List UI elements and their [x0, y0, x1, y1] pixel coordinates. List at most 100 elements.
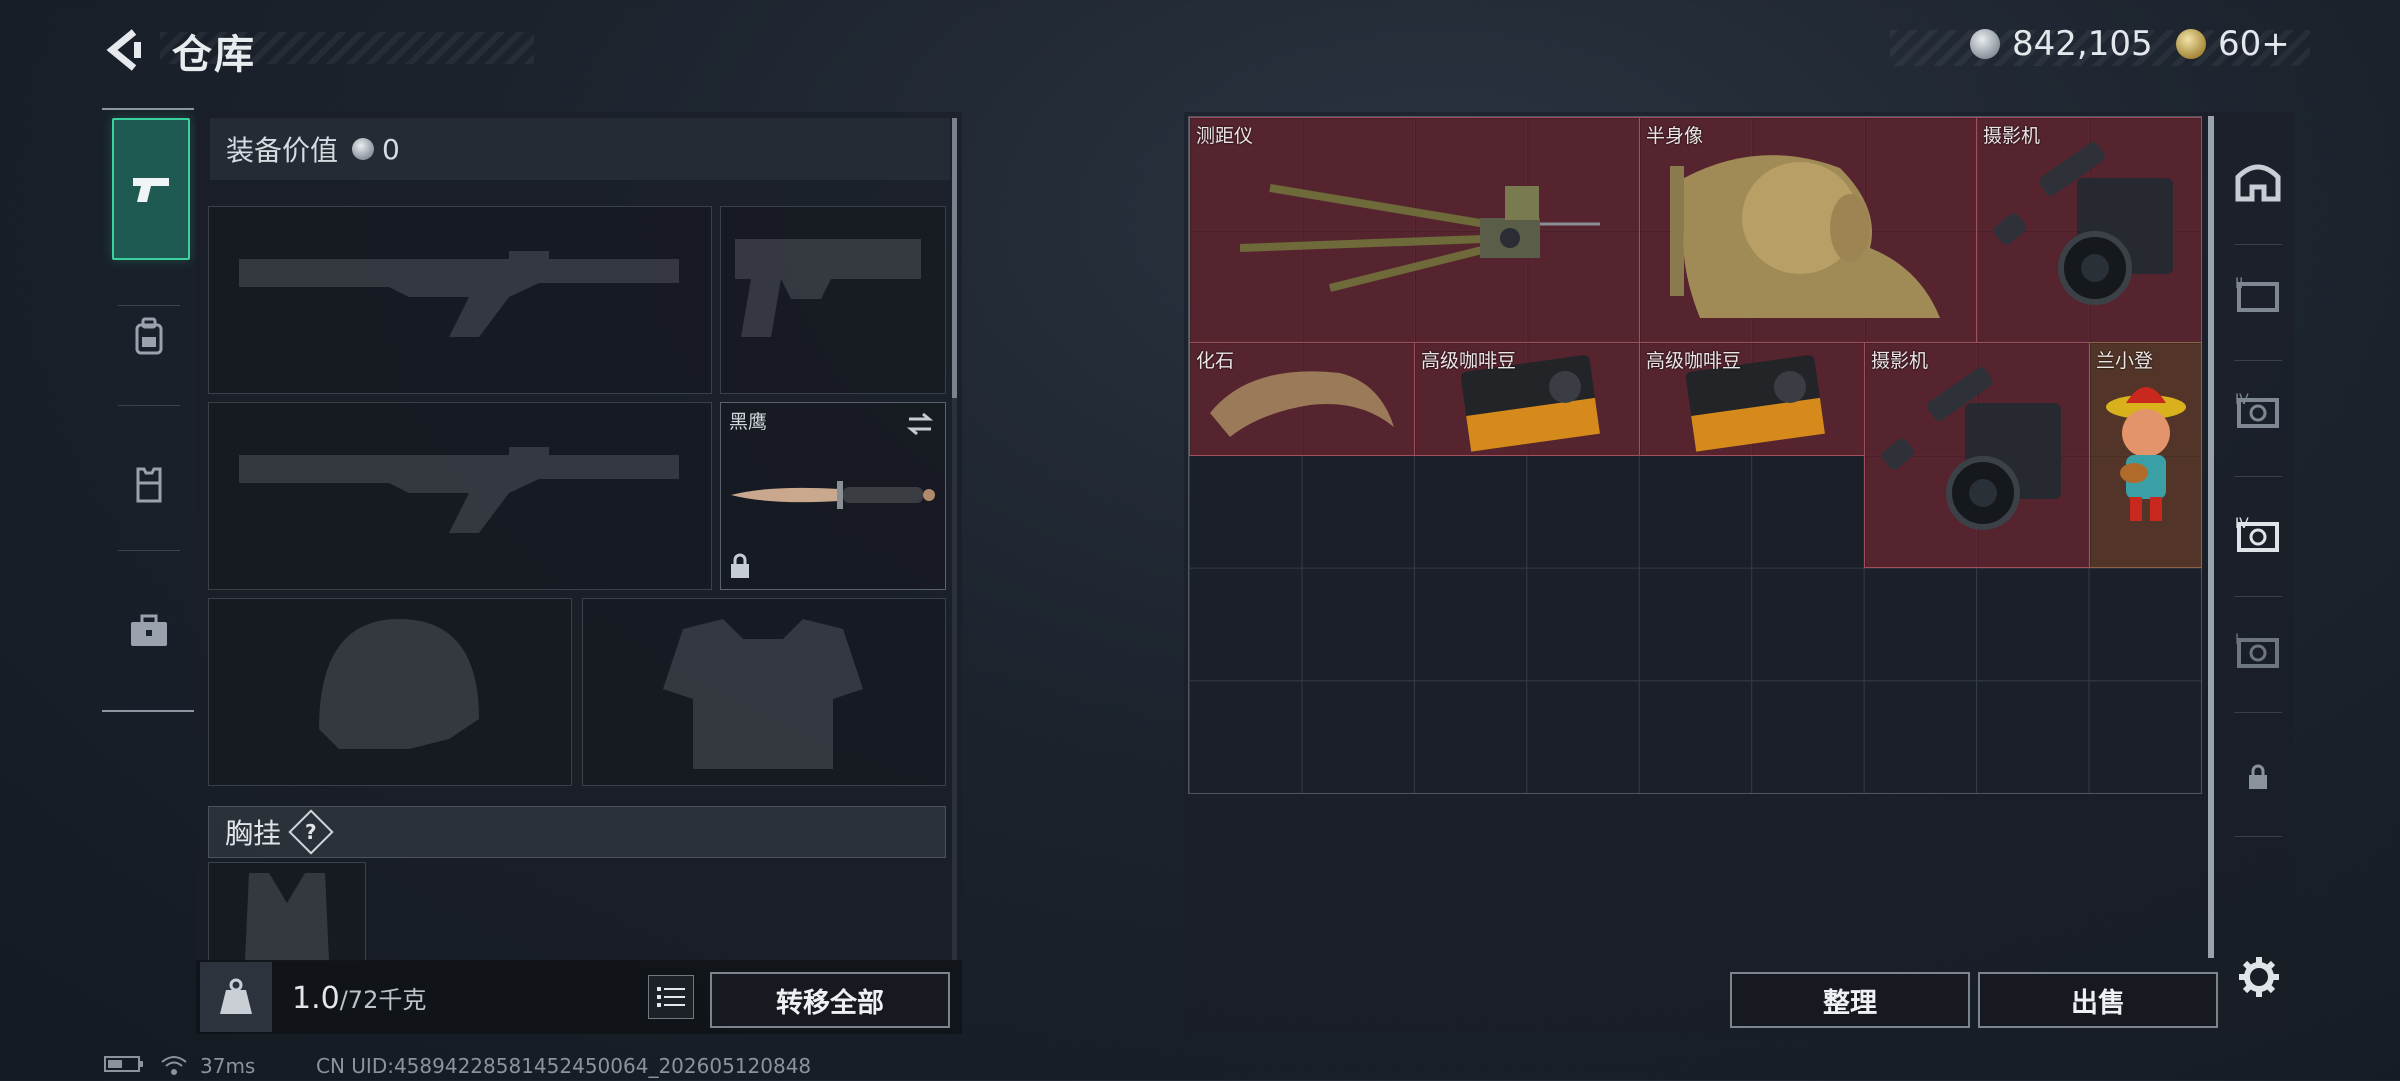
- item-label: 摄影机: [1983, 125, 2041, 147]
- chest-rig-slot[interactable]: [208, 862, 366, 962]
- item-label: 高级咖啡豆: [1646, 350, 1742, 372]
- weight-readout: 1.0/72千克: [292, 980, 426, 1016]
- stash-page-3-icon: IV: [2235, 392, 2279, 428]
- rangefinder-tripod-icon: [1239, 184, 1600, 292]
- lock-icon: [731, 553, 749, 578]
- silver-coin-icon: [352, 138, 375, 160]
- weight-icon: [200, 962, 272, 1032]
- stash-item[interactable]: 测距仪: [1189, 117, 1640, 343]
- svg-text:I: I: [2235, 632, 2239, 648]
- equipment-value-label: 装备价值: [226, 134, 339, 167]
- svg-text:IV: IV: [2235, 516, 2249, 532]
- gold-currency-value: 60+: [2218, 24, 2290, 64]
- list-icon: [657, 987, 685, 1007]
- pistol-slot[interactable]: [720, 206, 946, 394]
- rail-divider: [2234, 836, 2282, 837]
- stash-item[interactable]: 高级咖啡豆: [1414, 342, 1640, 456]
- pistol-icon: [133, 178, 169, 202]
- item-label: 测距仪: [1196, 125, 1254, 147]
- chevron-left-icon: [106, 29, 141, 71]
- pistol-silhouette-icon: [735, 239, 921, 337]
- vest-icon: [136, 467, 162, 503]
- stash-scrollbar[interactable]: [2208, 116, 2214, 958]
- stash-item[interactable]: 摄影机: [1864, 342, 2090, 568]
- rail-bottom-line: [102, 710, 194, 712]
- swap-icon[interactable]: [905, 411, 935, 437]
- rail-divider: [2234, 476, 2282, 477]
- rail-divider: [118, 405, 180, 406]
- stash-page-4-icon: IV: [2235, 516, 2279, 552]
- armor-slot[interactable]: [582, 598, 946, 786]
- stash-item[interactable]: 半身像: [1639, 117, 1978, 343]
- weight-current: 1.0: [292, 981, 340, 1016]
- melee-slot[interactable]: 黑鹰: [720, 402, 946, 590]
- scrollbar-thumb[interactable]: [952, 118, 957, 398]
- silver-currency-value: 842,105: [2012, 24, 2153, 64]
- wifi-icon: [160, 1054, 188, 1081]
- back-button[interactable]: [100, 24, 152, 76]
- chest-rig-header: 胸挂 ?: [208, 806, 946, 858]
- stash-item[interactable]: 摄影机: [1976, 117, 2202, 343]
- help-icon[interactable]: ?: [288, 809, 334, 855]
- primary-weapon-slot[interactable]: [208, 206, 712, 394]
- stash-page-5-icon: I: [2235, 632, 2279, 668]
- weight-capacity: /72千克: [339, 986, 427, 1014]
- briefcase-icon: [131, 614, 167, 646]
- equipment-value: 0: [382, 132, 400, 166]
- silver-coin-icon: [1970, 29, 2000, 59]
- stash-grid[interactable]: 测距仪 半身像 摄影机 化石 高级咖啡豆 高级咖啡豆 摄影机 兰小登: [1188, 116, 2202, 794]
- stash-item[interactable]: 化石: [1189, 342, 1415, 456]
- video-camera-icon: [1881, 367, 2061, 530]
- helmet-slot[interactable]: [208, 598, 572, 786]
- tab-stash-locked[interactable]: [2224, 732, 2292, 822]
- svg-text:IV: IV: [2235, 392, 2249, 408]
- figurine-icon: [2106, 387, 2186, 521]
- tab-stash-page-5[interactable]: I: [2224, 606, 2292, 696]
- knife-icon: [731, 481, 935, 509]
- tab-supplies[interactable]: [112, 562, 186, 700]
- rail-divider: [2234, 360, 2282, 361]
- transfer-all-button[interactable]: 转移全部: [710, 972, 950, 1028]
- gold-currency[interactable]: 60+: [2176, 24, 2290, 64]
- equipment-value-bar: 装备价值 0: [210, 118, 950, 180]
- user-uid: CN UID:4589422858145245006​4_20260512084…: [316, 1054, 812, 1078]
- item-label: 高级咖啡豆: [1421, 350, 1517, 372]
- item-label: 半身像: [1646, 125, 1704, 147]
- settings-button[interactable]: [2234, 952, 2284, 1002]
- sort-button[interactable]: 整理: [1730, 972, 1970, 1028]
- tab-stash-page-2[interactable]: II: [2224, 250, 2292, 340]
- sell-button[interactable]: 出售: [1978, 972, 2218, 1028]
- svg-text:II: II: [2235, 276, 2243, 292]
- tab-stash-page-4[interactable]: IV: [2224, 490, 2292, 580]
- silver-currency: 842,105: [1970, 24, 2153, 64]
- rail-divider: [118, 550, 180, 551]
- melee-label: 黑鹰: [729, 411, 768, 433]
- gold-coin-icon: [2176, 29, 2206, 59]
- rail-divider: [2234, 244, 2282, 245]
- stash-item[interactable]: 高级咖啡豆: [1639, 342, 1865, 456]
- tab-backpack[interactable]: [112, 268, 186, 406]
- tab-armor[interactable]: [112, 416, 186, 554]
- item-label: 化石: [1196, 350, 1235, 372]
- helmet-silhouette-icon: [319, 619, 479, 749]
- video-camera-icon: [1993, 142, 2173, 305]
- bust-statue-icon: [1670, 155, 1940, 318]
- rail-divider: [2234, 596, 2282, 597]
- stash-item[interactable]: 兰小登: [2089, 342, 2202, 568]
- list-view-button[interactable]: [648, 975, 694, 1019]
- ping-readout: 37ms: [200, 1054, 256, 1078]
- rifle-silhouette-icon: [239, 447, 679, 533]
- item-label: 兰小登: [2096, 350, 2154, 372]
- tab-stash-home[interactable]: [2224, 136, 2292, 226]
- tab-weapons[interactable]: [112, 118, 190, 260]
- rail-divider: [2234, 712, 2282, 713]
- armor-silhouette-icon: [663, 619, 863, 769]
- equipment-scrollbar[interactable]: [952, 118, 957, 960]
- home-icon: [2235, 164, 2281, 202]
- backpack-icon: [135, 317, 163, 355]
- item-label: 摄影机: [1871, 350, 1929, 372]
- lock-icon: [2249, 764, 2267, 789]
- scrollbar-thumb[interactable]: [2208, 116, 2214, 958]
- tab-stash-page-3[interactable]: IV: [2224, 366, 2292, 456]
- secondary-weapon-slot[interactable]: [208, 402, 712, 590]
